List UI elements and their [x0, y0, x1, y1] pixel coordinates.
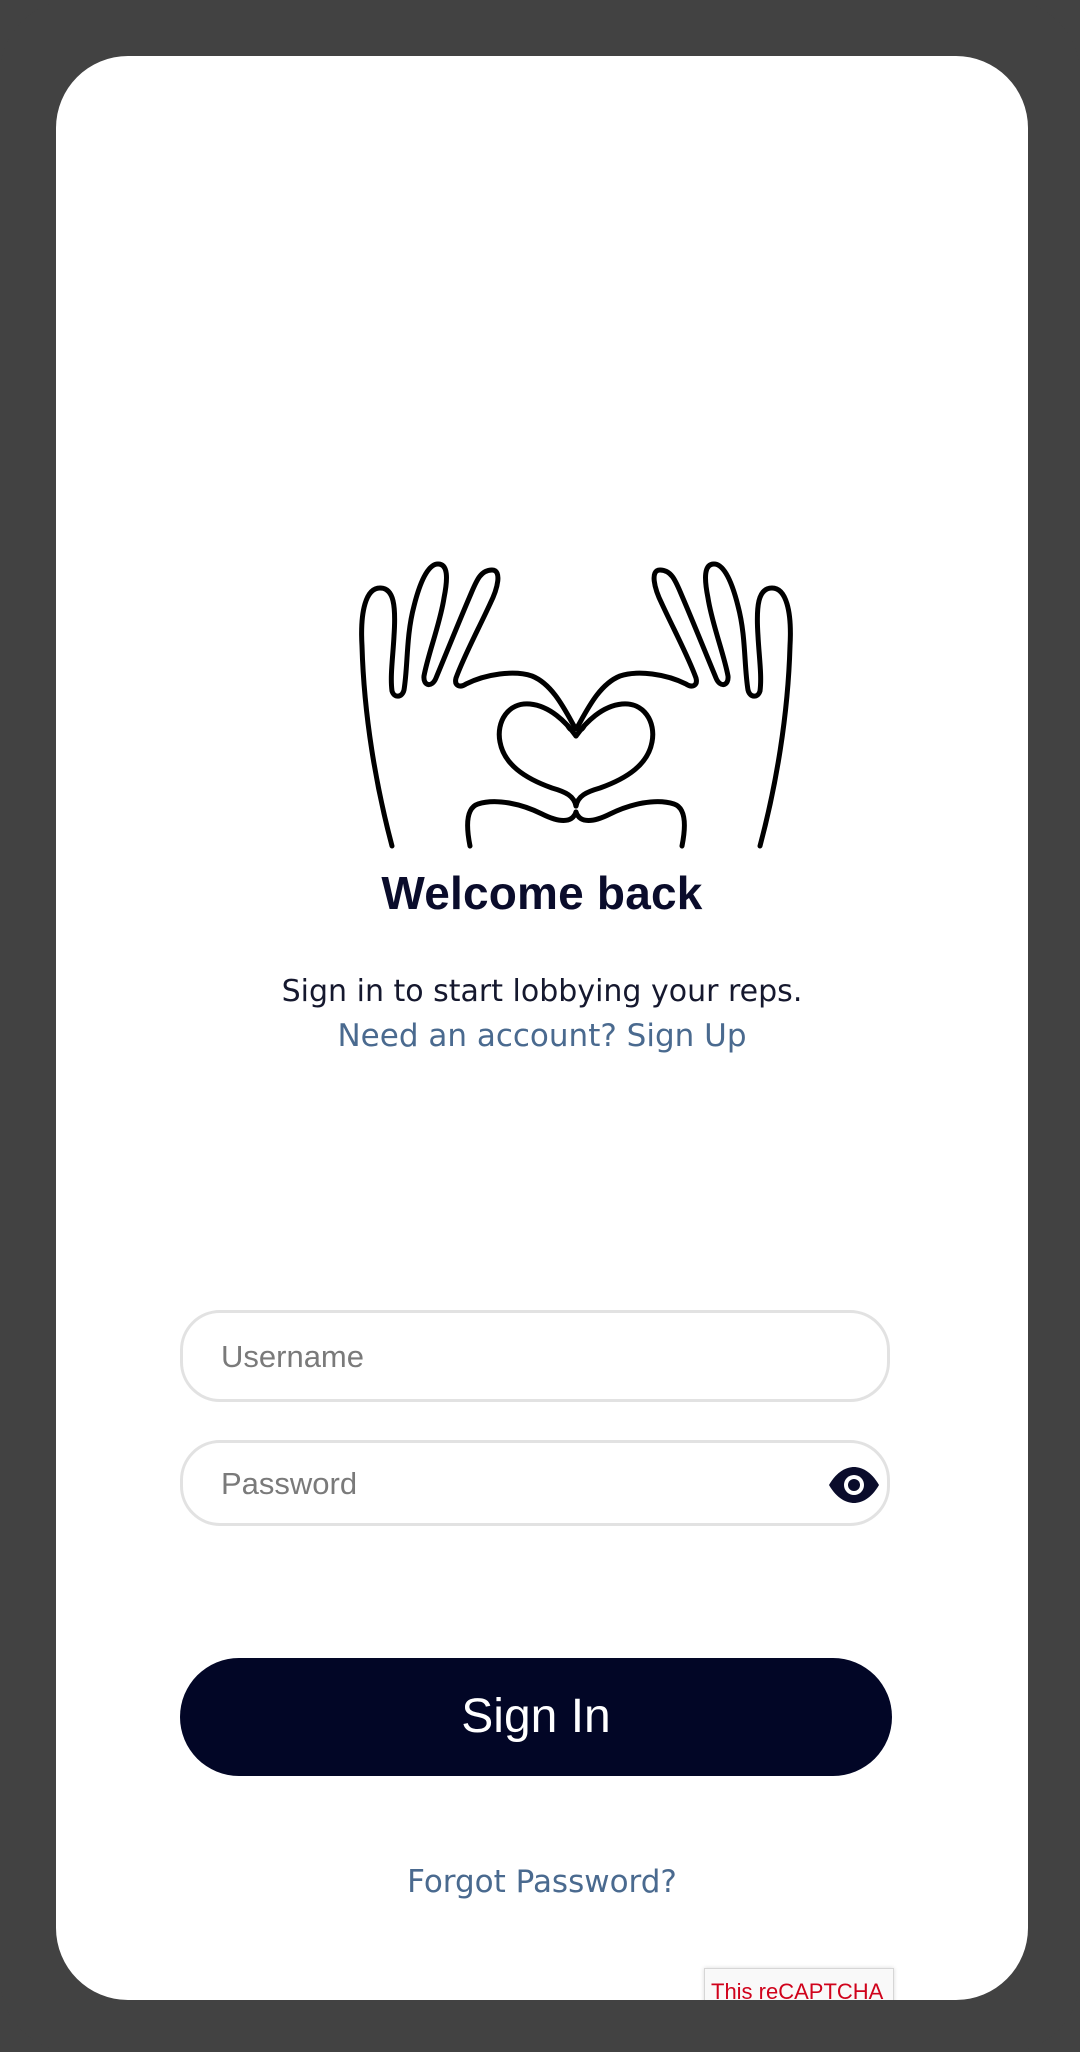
recaptcha-text: This reCAPTCHA: [711, 1979, 884, 2000]
forgot-password-link[interactable]: Forgot Password?: [56, 1864, 1028, 1900]
heart-hands-icon: [359, 561, 793, 849]
signup-link[interactable]: Need an account? Sign Up: [56, 1018, 1028, 1054]
page-title: Welcome back: [381, 867, 703, 919]
username-field[interactable]: [180, 1310, 890, 1402]
eye-icon[interactable]: [827, 1463, 881, 1507]
password-input[interactable]: [219, 1443, 823, 1525]
device-frame: Welcome back Sign in to start lobbying y…: [0, 0, 1080, 2052]
subtitle-text: Sign in to start lobbying your reps.: [281, 974, 803, 1009]
password-field[interactable]: [180, 1440, 890, 1526]
username-input[interactable]: [219, 1313, 823, 1401]
sign-in-button[interactable]: Sign In: [180, 1658, 892, 1776]
recaptcha-badge[interactable]: This reCAPTCHA: [704, 1968, 894, 2000]
login-screen: Welcome back Sign in to start lobbying y…: [56, 56, 1028, 2000]
